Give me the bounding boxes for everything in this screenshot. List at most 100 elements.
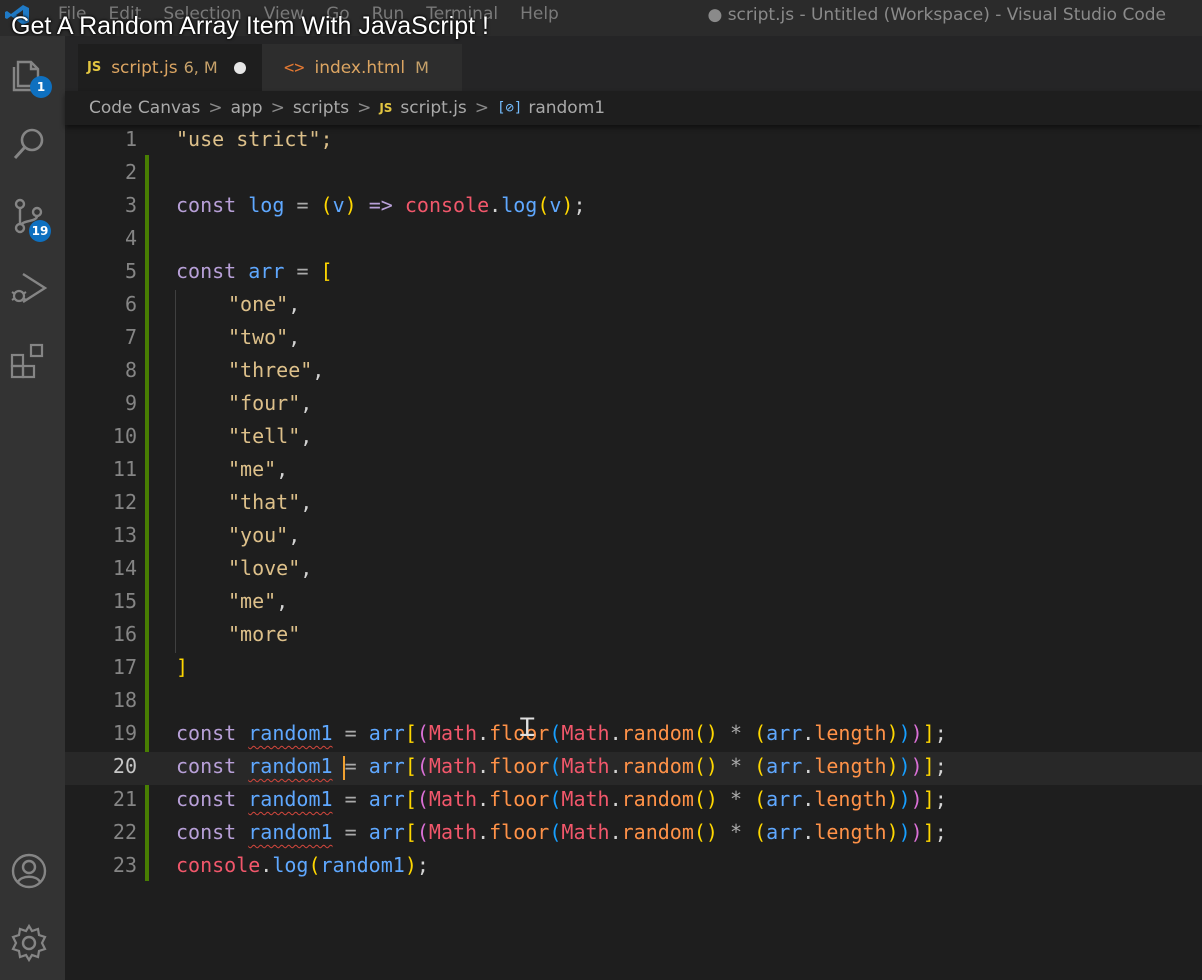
line-number: 3 [124, 193, 137, 217]
code-line[interactable]: 9 "four", [65, 389, 1202, 422]
line-number: 13 [112, 523, 137, 547]
line-number: 10 [112, 424, 137, 448]
line-code: "more" [228, 622, 301, 646]
line-number: 4 [124, 226, 137, 250]
line-code: "love", [228, 556, 313, 580]
code-line[interactable]: 5 const arr = [ [65, 257, 1202, 290]
tab-script-js[interactable]: JS script.js 6, M [78, 44, 262, 91]
js-file-icon: JS [379, 101, 393, 115]
line-code: "three", [228, 358, 325, 382]
tab-status: 6, M [183, 58, 218, 77]
chevron-right-icon: > [357, 98, 372, 118]
line-number: 18 [112, 688, 137, 712]
line-code: "you", [228, 523, 301, 547]
code-line[interactable]: 7 "two", [65, 323, 1202, 356]
code-line[interactable]: 23 console.log(random1); [65, 851, 1202, 884]
code-line[interactable]: 6 "one", [65, 290, 1202, 323]
source-control-badge: 19 [29, 220, 51, 242]
line-number: 16 [112, 622, 137, 646]
chevron-right-icon: > [270, 98, 285, 118]
line-number: 20 [112, 754, 137, 778]
line-number: 8 [124, 358, 137, 382]
breadcrumb-symbol[interactable]: random1 [528, 98, 605, 118]
code-line[interactable]: 1 "use strict"; [65, 125, 1202, 158]
tab-label: script.js [111, 57, 178, 78]
code-line[interactable]: 15 "me", [65, 587, 1202, 620]
js-file-icon: JS [87, 60, 102, 75]
line-code: const random1 = arr[(Math.floor(Math.ran… [176, 787, 947, 811]
line-code: ] [176, 655, 189, 679]
tab-label: index.html [314, 57, 406, 78]
line-number: 9 [124, 391, 137, 415]
unsaved-dot-icon[interactable] [233, 61, 246, 74]
line-number: 2 [124, 160, 137, 184]
code-line[interactable]: 21 const random1 = arr[(Math.floor(Math.… [65, 785, 1202, 818]
line-code: const random1 = arr[(Math.floor(Math.ran… [176, 820, 947, 844]
code-line[interactable]: 18 [65, 686, 1202, 719]
menu-help[interactable]: Help [520, 4, 559, 28]
line-number: 23 [112, 853, 137, 877]
activity-bar: 1 19 [0, 36, 65, 980]
code-line[interactable]: 16 "more" [65, 620, 1202, 653]
code-line[interactable]: 10 "tell", [65, 422, 1202, 455]
code-line[interactable]: 14 "love", [65, 554, 1202, 587]
variable-symbol-icon: [⊘] [497, 100, 523, 116]
breadcrumb-item[interactable]: Code Canvas [89, 98, 200, 118]
code-line[interactable]: 13 "you", [65, 521, 1202, 554]
code-line[interactable]: 2 [65, 158, 1202, 191]
mouse-ibeam-cursor-icon: Ɪ [520, 713, 535, 743]
line-number: 14 [112, 556, 137, 580]
code-line[interactable]: 17 ] [65, 653, 1202, 686]
settings-gear-icon[interactable] [9, 923, 49, 963]
search-icon[interactable] [9, 124, 49, 164]
code-line[interactable]: 22 const random1 = arr[(Math.floor(Math.… [65, 818, 1202, 851]
code-line[interactable]: 3 const log = (v) => console.log(v); [65, 191, 1202, 224]
code-line[interactable]: 11 "me", [65, 455, 1202, 488]
line-code: "that", [228, 490, 313, 514]
chevron-right-icon: > [208, 98, 223, 118]
editor-tab-bar: JS script.js 6, M <> index.html M [65, 36, 1202, 91]
line-code: const random1 = arr[(Math.floor(Math.ran… [176, 754, 947, 780]
line-code: "me", [228, 457, 289, 481]
code-editor[interactable]: 1 "use strict"; 2 3 const log = (v) => c… [65, 125, 1202, 980]
line-number: 1 [124, 127, 137, 151]
line-code: "use strict"; [176, 127, 333, 151]
code-line[interactable]: 19 const random1 = arr[(Math.floor(Math.… [65, 719, 1202, 752]
explorer-badge: 1 [30, 76, 52, 98]
breadcrumb-item[interactable]: app [231, 98, 263, 118]
line-code: console.log(random1); [176, 853, 429, 877]
line-number: 5 [124, 259, 137, 283]
line-code: const random1 = arr[(Math.floor(Math.ran… [176, 721, 947, 745]
line-code: const log = (v) => console.log(v); [176, 193, 586, 217]
line-number: 22 [112, 820, 137, 844]
code-line-current[interactable]: 20 const random1 = arr[(Math.floor(Math.… [65, 752, 1202, 785]
tab-index-html[interactable]: <> index.html M [262, 44, 462, 91]
chevron-right-icon: > [474, 98, 490, 118]
window-title: ● script.js - Untitled (Workspace) - Vis… [707, 5, 1166, 25]
line-code: "four", [228, 391, 313, 415]
accounts-icon[interactable] [9, 851, 49, 891]
line-number: 6 [124, 292, 137, 316]
line-code: "one", [228, 292, 301, 316]
line-number: 12 [112, 490, 137, 514]
tab-status: M [415, 58, 429, 77]
code-line[interactable]: 12 "that", [65, 488, 1202, 521]
code-line[interactable]: 4 [65, 224, 1202, 257]
line-number: 15 [112, 589, 137, 613]
video-title-overlay: Get A Random Array Item With JavaScript … [11, 12, 489, 40]
line-code: "me", [228, 589, 289, 613]
code-line[interactable]: 8 "three", [65, 356, 1202, 389]
line-number: 17 [112, 655, 137, 679]
line-code: const arr = [ [176, 259, 333, 283]
extensions-icon[interactable] [9, 341, 49, 381]
line-number: 11 [112, 457, 137, 481]
line-number: 21 [112, 787, 137, 811]
run-debug-icon[interactable] [9, 268, 49, 308]
html-file-icon: <> [284, 57, 305, 78]
breadcrumb: Code Canvas > app > scripts > JS script.… [65, 91, 1202, 125]
breadcrumb-item[interactable]: scripts [293, 98, 349, 118]
line-code: "two", [228, 325, 301, 349]
line-number: 7 [124, 325, 137, 349]
breadcrumb-file[interactable]: script.js [400, 98, 466, 118]
line-code: "tell", [228, 424, 313, 448]
